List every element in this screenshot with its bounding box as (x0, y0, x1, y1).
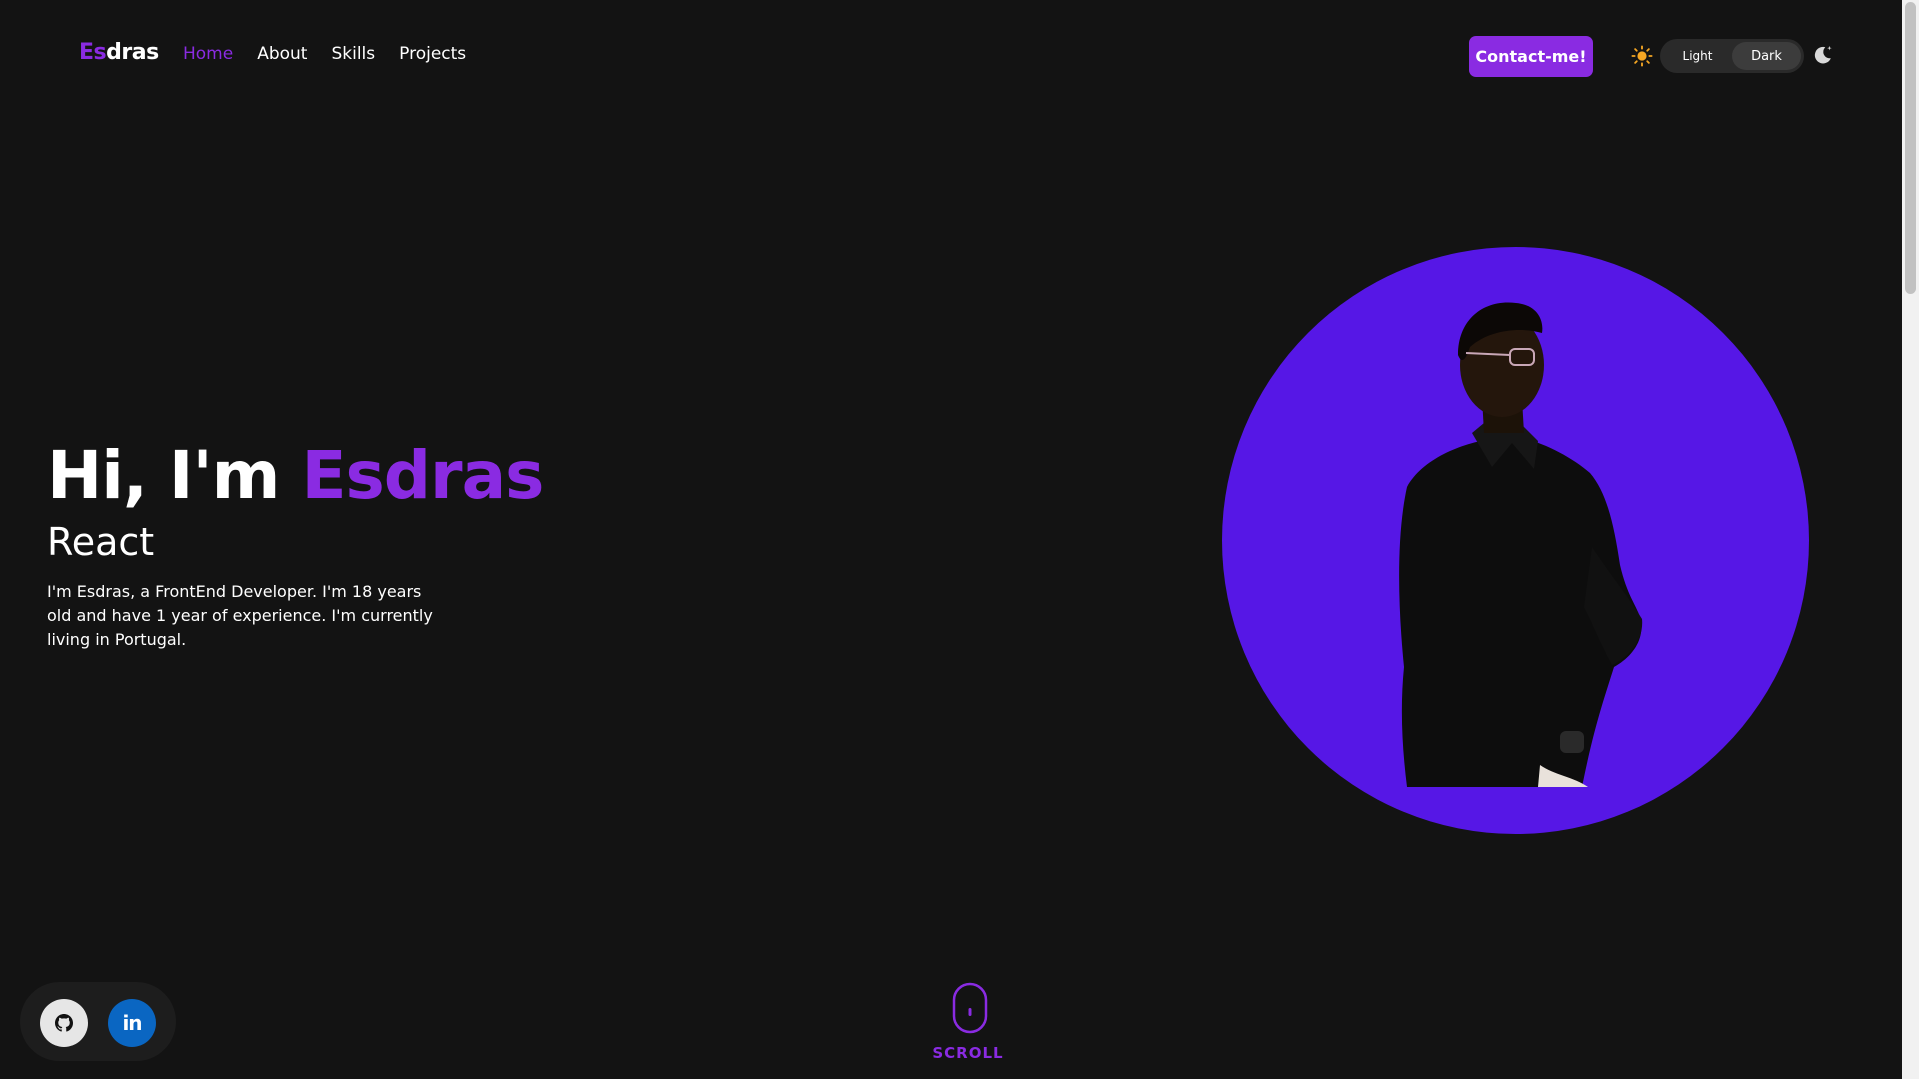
linkedin-link[interactable]: in (108, 999, 156, 1047)
github-link[interactable] (40, 999, 88, 1047)
theme-option-light[interactable]: Light (1663, 42, 1732, 70)
moon-icon (1814, 45, 1832, 64)
linkedin-icon: in (122, 1011, 142, 1035)
profile-portrait (1222, 247, 1809, 834)
sun-icon (1631, 45, 1653, 67)
page: Esdras Home About Skills Projects Contac… (0, 0, 1919, 1079)
hero-title: Hi, I'm Esdras (47, 437, 544, 514)
scroll-indicator[interactable]: SCROLL (928, 982, 1008, 1062)
hero-greeting: Hi, I'm (47, 437, 280, 514)
hero-name: Esdras (301, 437, 544, 514)
theme-toggle[interactable]: Light Dark (1660, 39, 1804, 73)
scroll-label: SCROLL (932, 1044, 1004, 1062)
logo-rest: dras (106, 40, 159, 65)
person-silhouette (1399, 302, 1643, 787)
mouse-icon (952, 982, 988, 1034)
logo[interactable]: Esdras (79, 40, 159, 65)
nav-skills[interactable]: Skills (331, 44, 375, 64)
nav-about[interactable]: About (257, 44, 307, 64)
scrollbar[interactable] (1902, 0, 1919, 1079)
nav-projects[interactable]: Projects (399, 44, 466, 64)
hero-bio: I'm Esdras, a FrontEnd Developer. I'm 18… (47, 582, 433, 649)
nav-home[interactable]: Home (183, 44, 233, 64)
hero-role: React (47, 520, 155, 564)
social-dock: in (20, 982, 176, 1061)
github-icon (55, 1014, 73, 1032)
scrollbar-thumb[interactable] (1905, 2, 1916, 294)
theme-option-dark[interactable]: Dark (1732, 42, 1801, 70)
main-nav: Home About Skills Projects (183, 44, 466, 64)
logo-accent: Es (79, 40, 107, 65)
contact-button[interactable]: Contact-me! (1469, 36, 1593, 77)
